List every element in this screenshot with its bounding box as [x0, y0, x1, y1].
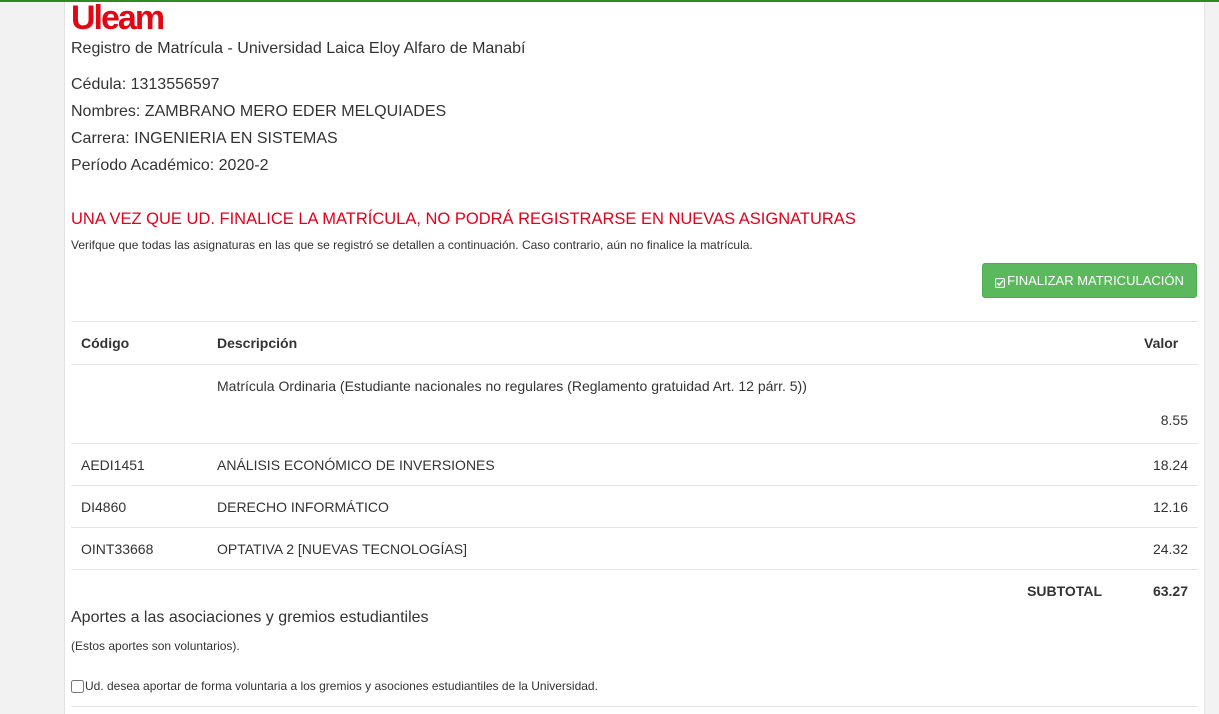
page-panel: Uleam Registro de Matrícula - Universida… — [64, 0, 1205, 714]
row-codigo: AEDI1451 — [71, 443, 207, 486]
row-codigo — [71, 364, 207, 444]
row-codigo: DI4860 — [71, 485, 207, 528]
divider — [71, 706, 1198, 707]
table-row: OINT33668 OPTATIVA 2 [NUEVAS TECNOLOGÍAS… — [71, 527, 1198, 570]
row-valor: 24.32 — [1116, 527, 1198, 570]
subjects-table: Código Descripción Valor Matrícula Ordin… — [71, 321, 1198, 611]
warning-title: UNA VEZ QUE UD. FINALICE LA MATRÍCULA, N… — [71, 210, 856, 228]
uleam-logo: Uleam — [71, 0, 165, 37]
subtotal-spacer — [71, 569, 207, 611]
subtotal-value: 63.27 — [1116, 569, 1198, 611]
table-row: Matrícula Ordinaria (Estudiante nacional… — [71, 364, 1198, 444]
row-valor: 18.24 — [1116, 443, 1198, 486]
table-row: AEDI1451 ANÁLISIS ECONÓMICO DE INVERSION… — [71, 443, 1198, 486]
row-descripcion: Matrícula Ordinaria (Estudiante nacional… — [207, 364, 1116, 444]
student-cedula: Cédula: 1313556597 — [71, 76, 220, 93]
table-header-row: Código Descripción Valor — [71, 321, 1198, 365]
student-nombres: Nombres: ZAMBRANO MERO EDER MELQUIADES — [71, 103, 447, 120]
aportes-checkbox-label: Ud. desea aportar de forma voluntaria a … — [85, 679, 598, 693]
row-descripcion: ANÁLISIS ECONÓMICO DE INVERSIONES — [207, 443, 1116, 486]
student-carrera: Carrera: INGENIERIA EN SISTEMAS — [71, 130, 338, 147]
aportes-note: (Estos aportes son voluntarios). — [71, 639, 240, 653]
row-codigo: OINT33668 — [71, 527, 207, 570]
row-valor: 8.55 — [1116, 364, 1198, 444]
check-square-icon — [995, 276, 1006, 288]
aportes-checkbox-row[interactable]: Ud. desea aportar de forma voluntaria a … — [71, 679, 598, 693]
header-codigo: Código — [71, 321, 207, 365]
subtotal-label: SUBTOTAL — [207, 569, 1116, 611]
header-valor: Valor — [1116, 321, 1198, 365]
finalize-enrollment-label: FINALIZAR MATRICULACIÓN — [1007, 273, 1184, 288]
student-periodo: Período Académico: 2020-2 — [71, 157, 269, 174]
row-valor: 12.16 — [1116, 485, 1198, 528]
warning-note: Verifque que todas las asignaturas en la… — [71, 238, 753, 252]
subtotal-row: SUBTOTAL 63.27 — [71, 569, 1198, 611]
header-descripcion: Descripción — [207, 321, 1116, 365]
page-subtitle: Registro de Matrícula - Universidad Laic… — [71, 40, 526, 57]
row-descripcion: DERECHO INFORMÁTICO — [207, 485, 1116, 528]
aportes-title: Aportes a las asociaciones y gremios est… — [71, 609, 429, 626]
table-row: DI4860 DERECHO INFORMÁTICO 12.16 — [71, 485, 1198, 528]
aportes-checkbox[interactable] — [71, 679, 84, 693]
finalize-enrollment-button[interactable]: FINALIZAR MATRICULACIÓN — [982, 263, 1197, 298]
row-descripcion: OPTATIVA 2 [NUEVAS TECNOLOGÍAS] — [207, 527, 1116, 570]
